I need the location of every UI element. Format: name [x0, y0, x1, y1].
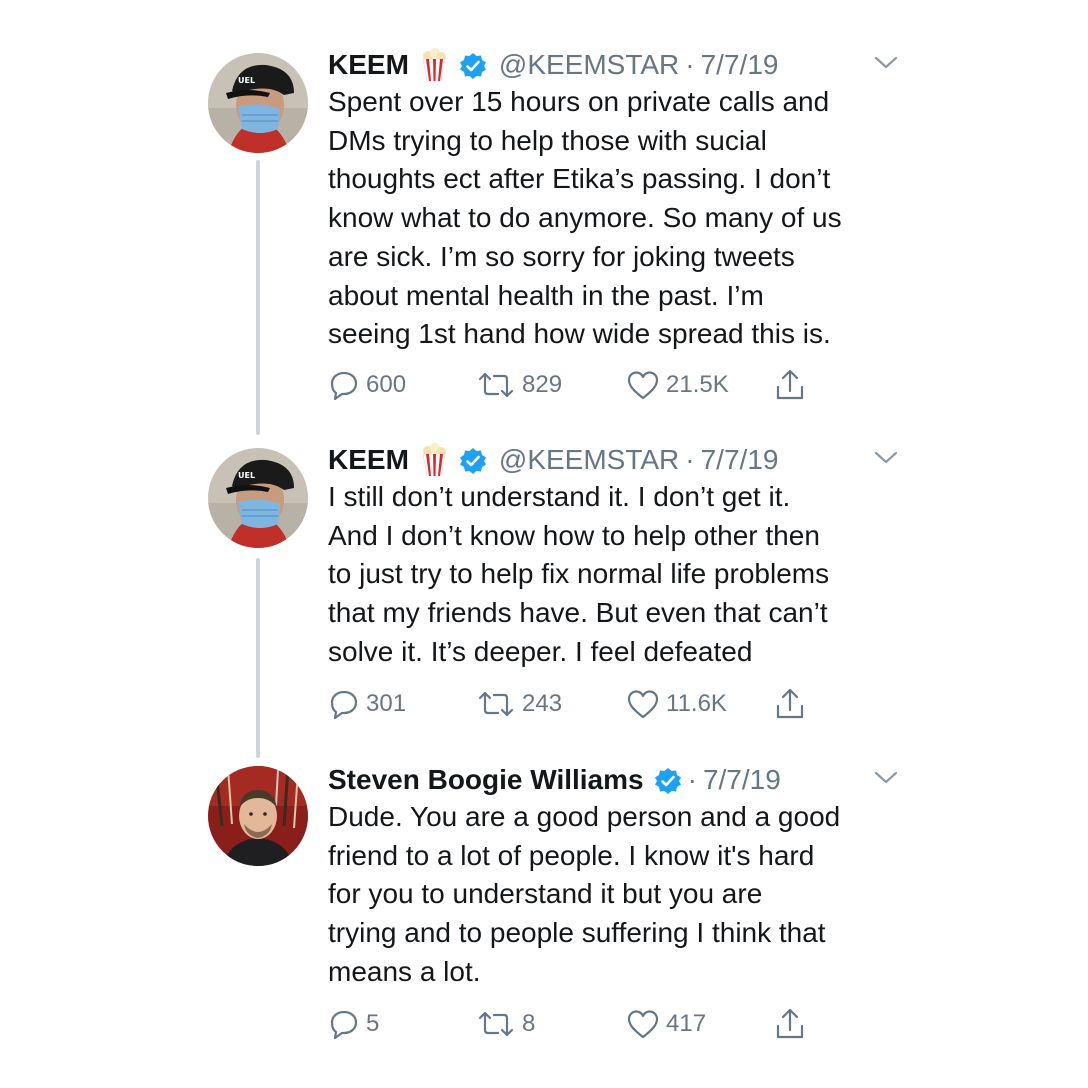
- tweet-header: KEEM @KEEMSTAR · 7/7/19: [328, 45, 778, 85]
- share-button[interactable]: [774, 1004, 806, 1044]
- reply-count: 301: [366, 690, 407, 717]
- svg-text:UEL: UEL: [238, 471, 255, 480]
- tweet-text: I still don’t understand it. I don’t get…: [328, 481, 830, 667]
- thread-line: [256, 160, 260, 435]
- user-handle[interactable]: @KEEMSTAR: [499, 45, 679, 85]
- like-count: 417: [666, 1010, 707, 1037]
- popcorn-icon: [419, 48, 449, 82]
- avatar[interactable]: UEL: [208, 448, 308, 548]
- reply-button[interactable]: 301: [328, 684, 406, 724]
- tweet-actions: 301 243 11.6K: [328, 684, 848, 724]
- separator-dot: ·: [685, 444, 695, 475]
- display-name[interactable]: Steven Boogie Williams: [328, 760, 644, 800]
- retweet-icon: [478, 1011, 514, 1037]
- chevron-down-icon[interactable]: [874, 770, 898, 786]
- reply-count: 600: [366, 371, 407, 398]
- heart-icon: [627, 1010, 659, 1039]
- retweet-button[interactable]: 8: [476, 1004, 535, 1044]
- verified-badge-icon: [459, 446, 487, 474]
- separator-dot: ·: [685, 49, 695, 80]
- tweet-actions: 600 829 21.5K: [328, 365, 848, 405]
- share-icon: [776, 369, 804, 400]
- share-icon: [776, 1008, 804, 1039]
- like-button[interactable]: 417: [626, 1004, 706, 1044]
- chevron-down-icon[interactable]: [874, 450, 898, 466]
- reply-icon: [330, 690, 358, 720]
- heart-icon: [627, 690, 659, 719]
- reply-count: 5: [366, 1010, 380, 1037]
- separator-dot: ·: [687, 764, 697, 795]
- reply-icon: [330, 371, 358, 401]
- tweet-text: Spent over 15 hours on private calls and…: [328, 86, 842, 350]
- retweet-count: 829: [522, 371, 563, 398]
- tweet-date[interactable]: 7/7/19: [703, 760, 781, 800]
- avatar[interactable]: UEL: [208, 53, 308, 153]
- tweet-text: Dude. You are a good person and a good f…: [328, 801, 841, 987]
- tweet-date[interactable]: 7/7/19: [701, 45, 779, 85]
- share-button[interactable]: [774, 684, 806, 724]
- retweet-icon: [478, 372, 514, 398]
- heart-icon: [627, 371, 659, 400]
- tweet-header: KEEM @KEEMSTAR · 7/7/19: [328, 440, 778, 480]
- like-button[interactable]: 11.6K: [626, 684, 727, 724]
- display-name[interactable]: KEEM: [328, 45, 409, 85]
- share-button[interactable]: [774, 365, 806, 405]
- retweet-button[interactable]: 243: [476, 684, 562, 724]
- like-count: 11.6K: [666, 690, 727, 717]
- tweet-actions: 5 8 417: [328, 1004, 848, 1044]
- verified-badge-icon: [654, 766, 682, 794]
- svg-text:UEL: UEL: [238, 76, 255, 85]
- chevron-down-icon[interactable]: [874, 55, 898, 71]
- reply-button[interactable]: 600: [328, 365, 406, 405]
- user-handle[interactable]: @KEEMSTAR: [499, 440, 679, 480]
- tweet-date[interactable]: 7/7/19: [701, 440, 779, 480]
- display-name[interactable]: KEEM: [328, 440, 409, 480]
- reply-button[interactable]: 5: [328, 1004, 379, 1044]
- tweet-header: Steven Boogie Williams · 7/7/19: [328, 760, 781, 800]
- avatar[interactable]: [208, 766, 308, 866]
- retweet-icon: [478, 691, 514, 717]
- like-count: 21.5K: [666, 371, 729, 398]
- thread-line: [256, 558, 260, 758]
- reply-icon: [330, 1010, 358, 1040]
- retweet-count: 243: [522, 690, 563, 717]
- retweet-button[interactable]: 829: [476, 365, 562, 405]
- verified-badge-icon: [459, 51, 487, 79]
- popcorn-icon: [419, 443, 449, 477]
- share-icon: [776, 688, 804, 719]
- like-button[interactable]: 21.5K: [626, 365, 729, 405]
- retweet-count: 8: [522, 1010, 536, 1037]
